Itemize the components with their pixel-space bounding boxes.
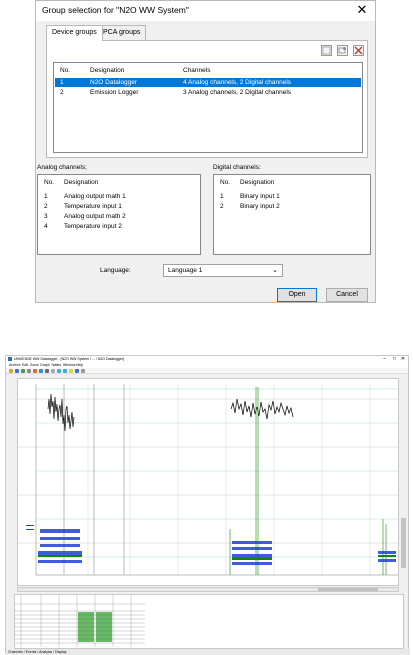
zoom-out-icon[interactable] [63,369,67,373]
language-label: Language: [100,267,131,274]
list-item[interactable]: 1 Analog output math 1 [39,192,199,201]
digital-table-header: No. Designation [215,178,369,187]
cell-designation: Emission Logger [90,89,139,96]
open-icon[interactable] [9,369,13,373]
cell-no: 1 [220,193,224,200]
dialog-titlebar: Group selection for "N2O WW System" ✕ [36,1,375,21]
cursor-icon[interactable] [69,369,73,373]
data-table [14,594,404,649]
cell-channels: 3 Analog channels, 2 Digital channels [183,89,292,96]
horizontal-scrollbar[interactable] [17,587,399,592]
tab-device-groups[interactable]: Device groups [46,25,103,41]
cancel-button[interactable]: Cancel [326,288,368,302]
cell-designation: Analog output math 2 [64,213,126,220]
cell-no: 1 [60,79,64,86]
cell-designation: Analog output math 1 [64,193,126,200]
chart-icon[interactable] [33,369,37,373]
zoom-in-icon[interactable] [57,369,61,373]
col-header-no: No. [220,179,231,186]
chart-canvas [18,384,398,576]
table-row[interactable]: 2 Emission Logger 3 Analog channels, 2 D… [55,88,361,97]
cell-designation: N2O Datalogger [90,79,137,86]
col-header-no: No. [60,67,71,74]
groups-table: No. Designation Channels 1 N2O Datalogge… [53,62,363,153]
col-header-designation: Designation [64,179,99,186]
cell-designation: Binary input 1 [240,193,280,200]
analog-channels-table: No. Designation 1 Analog output math 1 2… [37,174,201,255]
scrollbar-thumb[interactable] [318,588,378,591]
cell-designation: Temperature input 1 [64,203,122,210]
list-item[interactable]: 4 Temperature input 2 [39,222,199,231]
cell-no: 2 [220,203,224,210]
grid-icon[interactable] [51,369,55,373]
minimize-icon[interactable]: – [383,356,386,363]
analog-channels-label: Analog channels; [37,164,87,171]
sheet-tabs[interactable]: Channels / Events / Analysis / Display [6,649,410,655]
print-icon[interactable] [21,369,25,373]
analog-table-header: No. Designation [39,178,199,187]
cell-no: 2 [44,203,48,210]
col-header-channels: Channels [183,67,211,74]
settings-icon[interactable] [337,45,348,56]
vertical-scrollbar[interactable] [401,378,406,586]
cell-channels: 4 Analog channels, 2 Digital channels [183,79,292,86]
language-select[interactable]: Language 1 ⌄ [163,264,283,277]
save-icon[interactable] [15,369,19,373]
list-item[interactable]: 2 Binary input 2 [215,202,369,211]
cell-no: 2 [60,89,64,96]
table-icon[interactable] [39,369,43,373]
list-item[interactable]: 3 Analog output math 2 [39,212,199,221]
digital-channels-label: Digital channels: [213,164,261,171]
tab-pca-groups[interactable]: PCA groups [97,25,147,40]
dialog-title: Group selection for "N2O WW System" [42,5,189,15]
open-button[interactable]: Open [277,288,317,302]
cell-no: 1 [44,193,48,200]
col-header-designation: Designation [90,67,125,74]
delete-icon[interactable] [353,45,364,56]
chevron-down-icon: ⌄ [272,267,278,274]
datalogger-app-window: UNISENSE WW Datalogger - [N2O WW System … [5,355,410,655]
copy-icon[interactable] [27,369,31,373]
chart-plot-area[interactable] [17,378,399,586]
copy-icon[interactable] [321,45,332,56]
data-table-canvas [15,595,145,647]
table-row[interactable]: 1 N2O Datalogger 4 Analog channels, 2 Di… [55,78,361,87]
cell-no: 3 [44,213,48,220]
list-item[interactable]: 2 Temperature input 1 [39,202,199,211]
maximize-icon[interactable]: □ [393,356,396,363]
cell-no: 4 [44,223,48,230]
scrollbar-thumb[interactable] [401,518,406,568]
close-icon[interactable]: ✕ [355,2,369,18]
app-toolbar [6,368,408,374]
settings-icon[interactable] [45,369,49,373]
digital-channels-table: No. Designation 1 Binary input 1 2 Binar… [213,174,371,255]
cell-designation: Temperature input 2 [64,223,122,230]
language-select-value: Language 1 [168,267,203,274]
app-titlebar: UNISENSE WW Datalogger - [N2O WW System … [6,356,408,363]
col-header-designation: Designation [240,179,275,186]
col-header-no: No. [44,179,55,186]
app-logo-icon [8,357,12,361]
cell-designation: Binary input 2 [240,203,280,210]
app-title: UNISENSE WW Datalogger - [N2O WW System … [14,357,125,361]
pan-icon[interactable] [75,369,79,373]
refresh-icon[interactable] [81,369,85,373]
device-groups-panel: No. Designation Channels 1 N2O Datalogge… [46,40,368,158]
group-selection-dialog: Group selection for "N2O WW System" ✕ De… [35,0,376,303]
groups-table-header: No. Designation Channels [55,66,361,75]
list-item[interactable]: 1 Binary input 1 [215,192,369,201]
close-icon[interactable]: ✕ [401,356,405,363]
